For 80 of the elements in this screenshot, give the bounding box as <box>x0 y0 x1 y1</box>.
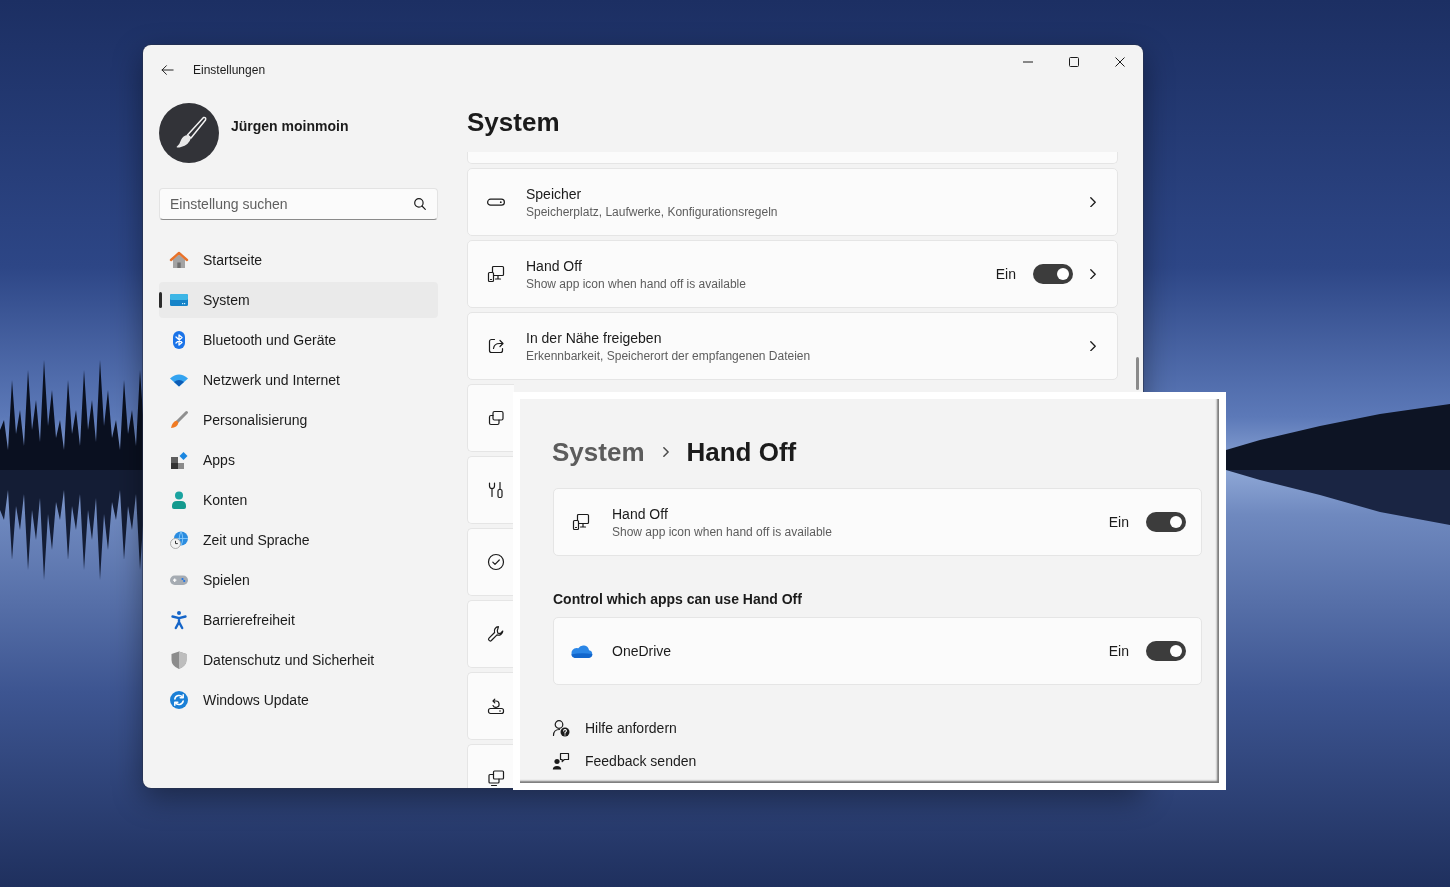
maximize-icon <box>1069 57 1079 67</box>
sidebar-item[interactable]: Startseite <box>159 242 438 278</box>
paintbrush-icon <box>169 410 189 430</box>
settings-card[interactable]: Hand Off Show app icon when hand off is available Ein <box>467 240 1118 308</box>
card-description: Show app icon when hand off is available <box>612 523 833 540</box>
drive-icon <box>487 197 505 207</box>
brush-avatar-icon <box>159 103 219 163</box>
sidebar-item[interactable]: Zeit und Sprache <box>159 522 438 558</box>
accessibility-icon <box>169 610 189 630</box>
toggle-switch[interactable] <box>1146 512 1186 532</box>
phone-monitor-icon <box>571 512 591 532</box>
settings-card[interactable] <box>467 384 514 452</box>
sidebar-item[interactable]: Apps <box>159 442 438 478</box>
selection-indicator <box>159 292 162 308</box>
close-icon <box>1115 57 1125 67</box>
card-title: Speicher <box>526 184 583 203</box>
house-icon <box>169 250 189 270</box>
breadcrumb-current: Hand Off <box>686 436 797 469</box>
sidebar-item[interactable]: Datenschutz und Sicherheit <box>159 642 438 678</box>
check-circle-icon <box>486 552 506 572</box>
overlapping-windows-icon <box>486 408 506 428</box>
window-title: Einstellungen <box>193 63 266 77</box>
settings-card[interactable] <box>467 600 514 668</box>
settings-card[interactable]: Speicher Speicherplatz, Laufwerke, Konfigurationsregeln <box>467 168 1118 236</box>
settings-card[interactable] <box>467 456 514 524</box>
search-icon <box>414 198 426 210</box>
two-displays-icon <box>486 768 506 788</box>
feedback-link[interactable]: Feedback senden <box>552 749 697 773</box>
toggle-state-label: Ein <box>1108 643 1129 659</box>
help-link[interactable]: Hilfe anfordern <box>552 716 677 740</box>
card-title: In der Nähe freigeben <box>526 328 663 347</box>
person-speech-bubble-icon <box>552 752 570 770</box>
toggle-state-label: Ein <box>1108 514 1129 530</box>
sidebar-item[interactable]: System <box>159 282 438 318</box>
section-heading: Control which apps can use Hand Off <box>553 590 803 609</box>
chevron-right-icon <box>1090 268 1096 280</box>
card-description: Show app icon when hand off is available <box>526 275 747 292</box>
settings-card[interactable]: In der Nähe freigeben Erkennbarkeit, Speicherort der empfangenen Dateien <box>467 312 1118 380</box>
tools-icon <box>486 480 506 500</box>
settings-card[interactable]: Hand Off Show app icon when hand off is available Ein <box>553 488 1202 556</box>
sidebar-item[interactable]: Windows Update <box>159 682 438 718</box>
card-title: Hand Off <box>612 504 669 523</box>
user-name: Jürgen moinmoin <box>231 118 349 134</box>
sidebar-item[interactable]: Barrierefreiheit <box>159 602 438 638</box>
card-title: Hand Off <box>526 256 583 275</box>
app-name: OneDrive <box>612 643 673 659</box>
sidebar-item[interactable]: Konten <box>159 482 438 518</box>
app-tiles-icon <box>169 450 189 470</box>
app-card[interactable]: OneDrive Ein <box>553 617 1202 685</box>
globe-clock-icon <box>169 530 189 550</box>
settings-card[interactable] <box>467 672 514 740</box>
refresh-icon <box>169 690 189 710</box>
minimize-icon <box>1023 61 1033 63</box>
sidebar-item[interactable]: Netzwerk und Internet <box>159 362 438 398</box>
person-icon <box>169 490 189 510</box>
toggle-state-label: Ein <box>995 266 1016 282</box>
settings-card[interactable] <box>467 744 514 788</box>
search-field[interactable]: Einstellung suchen <box>159 188 438 220</box>
page-title: System <box>467 106 561 139</box>
toggle-switch[interactable] <box>1033 264 1073 284</box>
drive-arrow-icon <box>486 696 506 716</box>
sidebar-item[interactable]: Spielen <box>159 562 438 598</box>
sidebar-item[interactable]: Personalisierung <box>159 402 438 438</box>
phone-monitor-icon <box>486 264 506 284</box>
scrollbar-thumb[interactable] <box>1136 357 1139 390</box>
card-description: Speicherplatz, Laufwerke, Konfigurationsregeln <box>526 203 779 220</box>
chevron-right-icon <box>1090 196 1096 208</box>
person-question-icon <box>552 719 570 737</box>
sidebar-item[interactable]: Bluetooth und Geräte <box>159 322 438 358</box>
card-description: Erkennbarkeit, Speicherort der empfangenen Dateien <box>526 347 812 364</box>
toggle-switch[interactable] <box>1146 641 1186 661</box>
breadcrumb-link[interactable]: System <box>552 434 645 470</box>
share-arrow-icon <box>486 336 506 356</box>
shield-icon <box>169 650 189 670</box>
cloud-icon <box>570 643 593 659</box>
breadcrumb-chevron-icon <box>662 447 669 457</box>
chevron-right-icon <box>1090 340 1096 352</box>
settings-card[interactable] <box>467 528 514 596</box>
back-arrow-icon <box>160 65 174 75</box>
wrench-icon <box>486 624 506 644</box>
